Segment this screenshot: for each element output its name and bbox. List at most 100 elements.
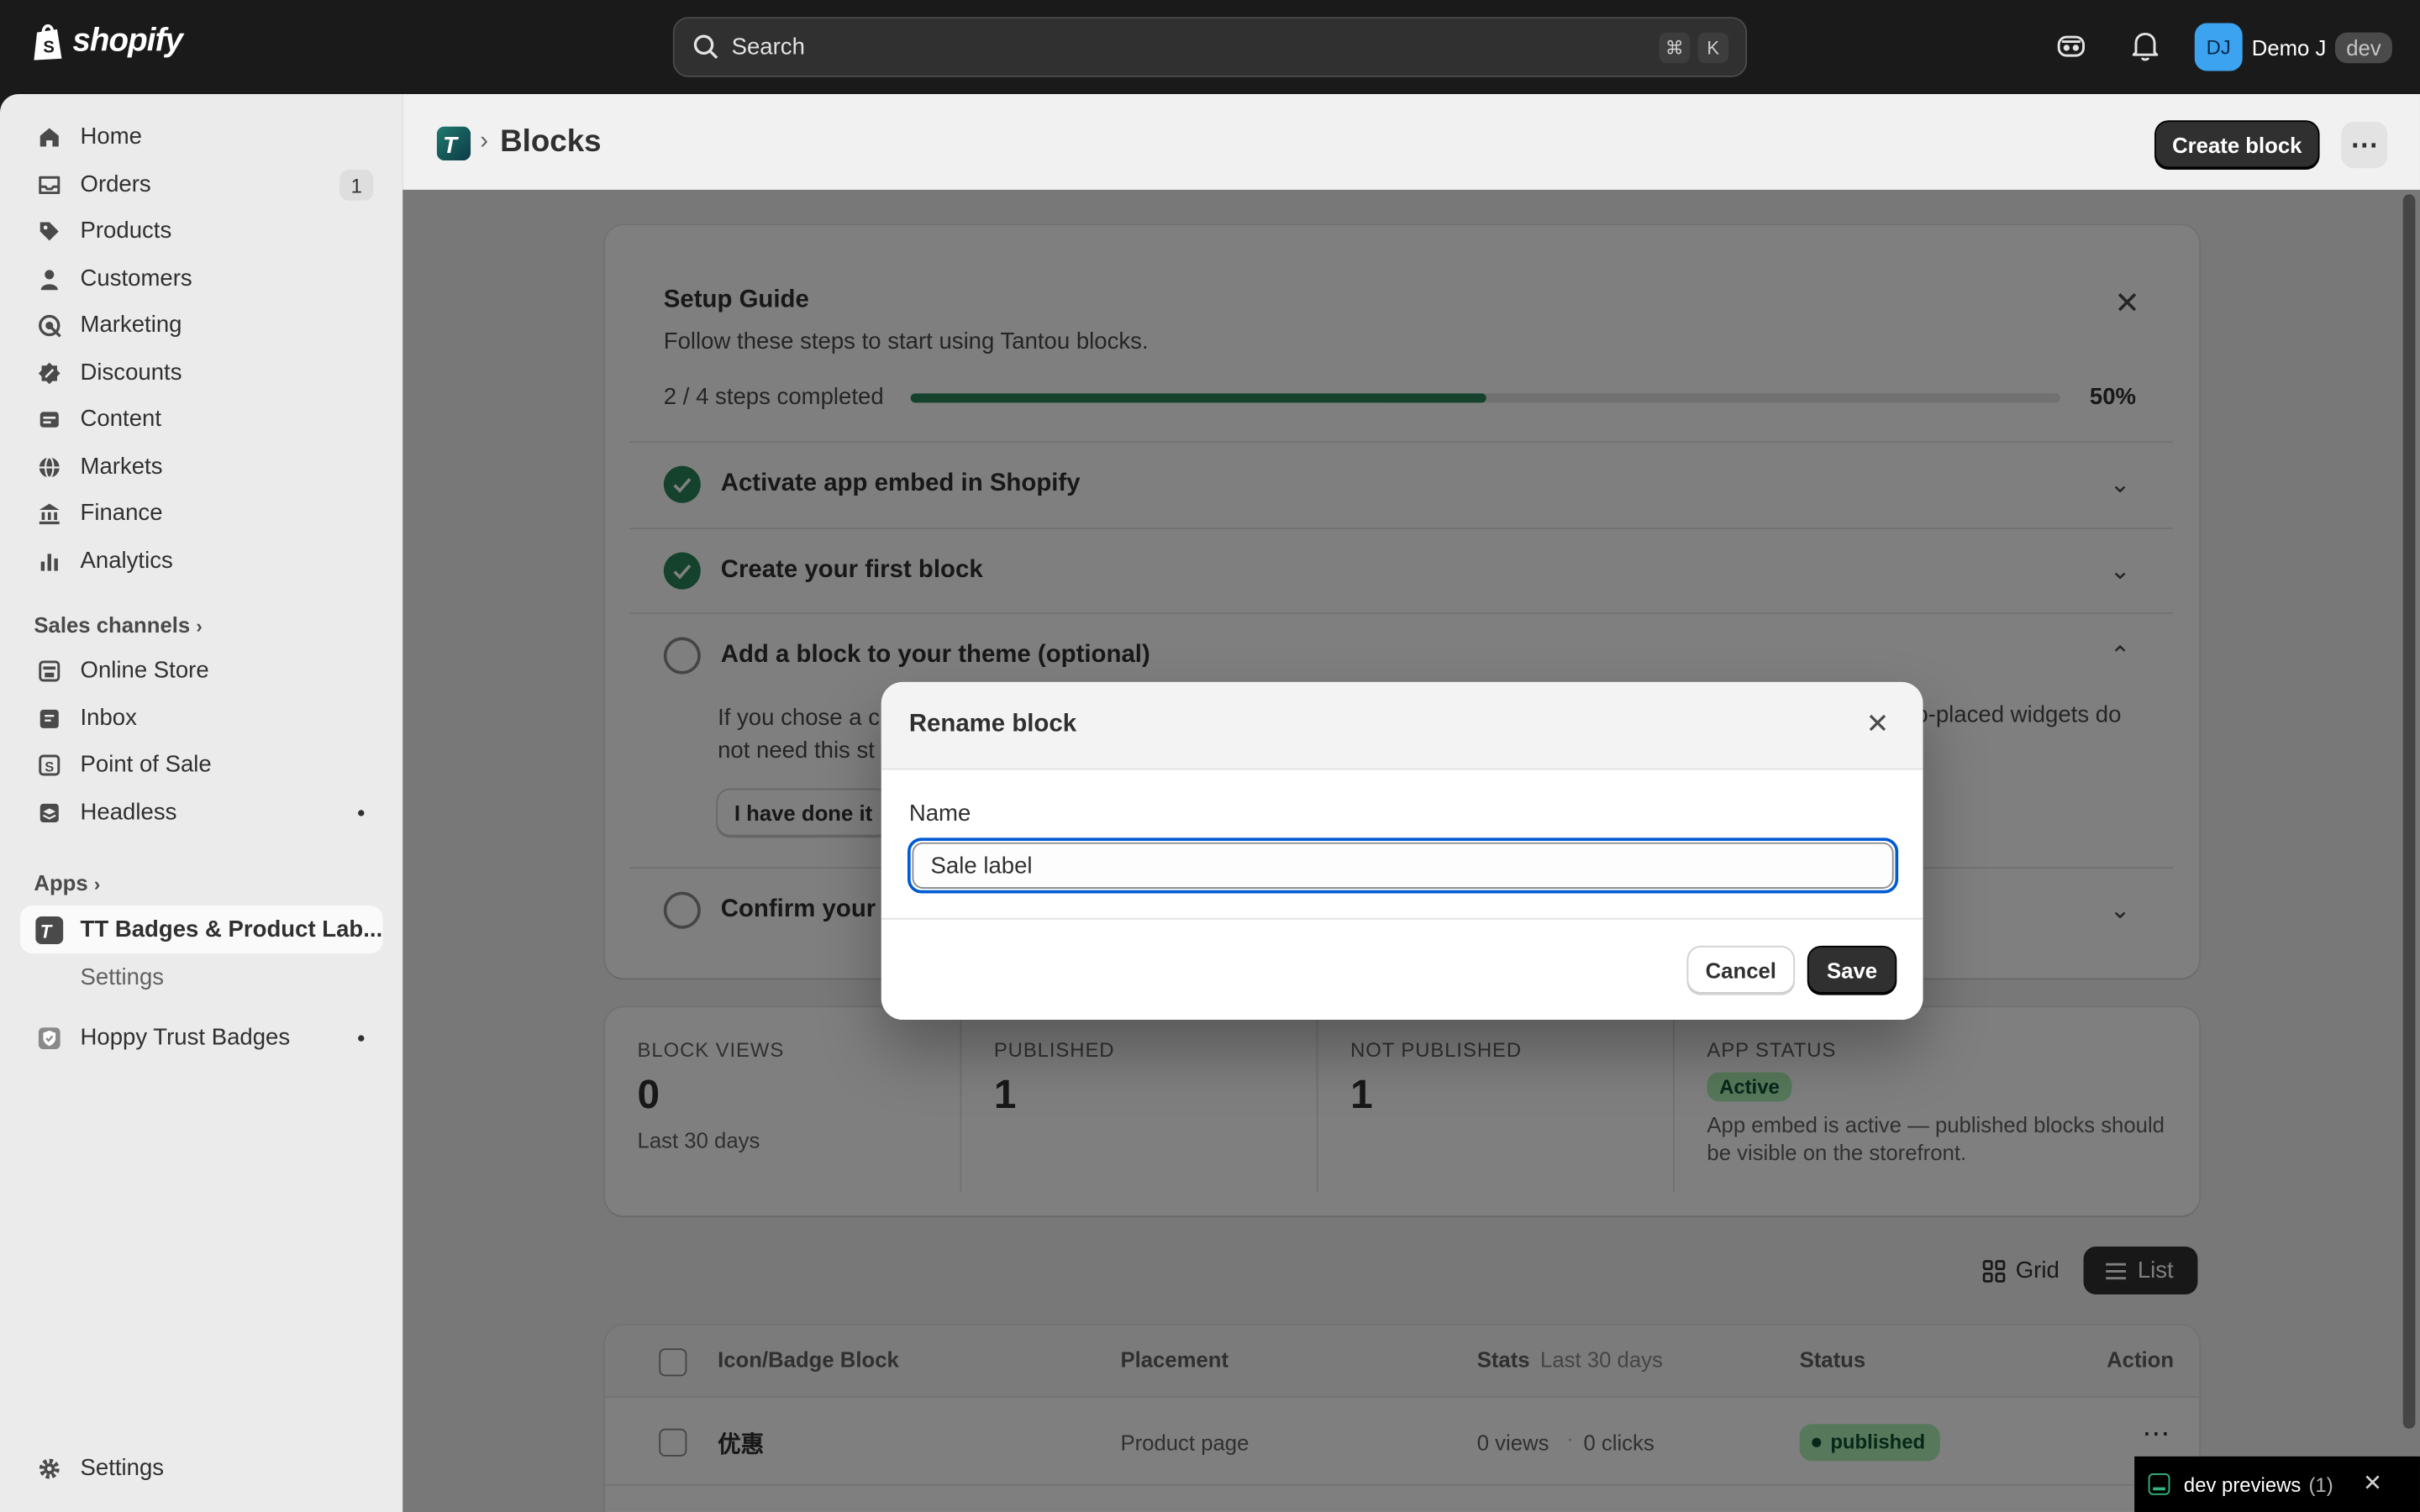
chevron-right-icon: › [196,615,203,638]
globe-icon [34,451,65,482]
svg-text:S: S [43,38,54,56]
pos-icon: S [34,749,65,780]
shopify-logo[interactable]: S shopify [31,22,183,62]
sales-channels-heading[interactable]: Sales channels › [34,612,202,637]
store-icon [34,655,65,686]
app-tt-icon: T [34,914,65,945]
more-actions-button[interactable]: ⋯ [2341,122,2388,169]
apps-heading[interactable]: Apps › [34,870,100,895]
sidebar-item-analytics[interactable]: Analytics [20,537,383,585]
sidebar-item-tt-badges[interactable]: T TT Badges & Product Lab... [19,906,383,954]
tag-icon [34,215,65,246]
user-name: Demo J [2251,34,2327,60]
sidebar-item-markets[interactable]: Markets [20,443,383,491]
sidebar-item-content[interactable]: Content [20,395,383,443]
svg-text:T: T [40,921,53,942]
logo-text: shopify [72,23,183,59]
sidebar-item-orders[interactable]: Orders 1 [20,160,383,208]
name-field-focus-ring [907,837,1899,894]
discount-icon [34,357,65,388]
dev-previews-label: dev previews [2183,1473,2302,1496]
sidebar-item-label: Analytics [80,548,173,575]
shield-check-icon [34,1022,65,1053]
app-tt-icon[interactable]: T [436,126,471,161]
sidebar-item-home[interactable]: Home [20,113,383,160]
gear-icon [34,1452,65,1483]
sidebar-item-discounts[interactable]: Discounts [20,349,383,396]
name-field-label: Name [908,801,971,827]
sidebar-item-app-settings[interactable]: Settings [20,953,383,1001]
shopify-bag-icon: S [34,24,62,60]
close-icon[interactable]: ✕ [2363,1469,2382,1496]
incognito-icon[interactable] [2054,29,2088,63]
sidebar-item-inbox[interactable]: Inbox [20,695,383,743]
save-button[interactable]: Save [1808,947,1896,994]
status-dot [358,1035,365,1042]
breadcrumb-chevron-icon: › [480,128,488,155]
name-input[interactable] [912,842,1894,889]
sidebar-item-label: TT Badges & Product Lab... [80,916,383,943]
rename-block-modal: Rename block ✕ Name Cancel Save [881,681,1923,1021]
sidebar-item-label: Content [80,406,162,433]
sidebar-item-label: Products [80,217,172,244]
store-tag: dev [2335,31,2392,63]
shortcut-k-key: K [1697,32,1729,64]
sidebar-item-marketing[interactable]: Marketing [20,301,383,349]
inbox-icon [34,169,65,200]
sidebar-item-label: Home [80,123,143,150]
close-icon[interactable]: ✕ [1866,708,1890,741]
svg-text:S: S [45,758,54,774]
modal-title: Rename block [908,711,1077,738]
sidebar-item-customers[interactable]: Customers [20,255,383,302]
sidebar-item-online-store[interactable]: Online Store [20,647,383,695]
search-icon [693,34,718,60]
page-header: T › Blocks Create block ⋯ [402,94,2420,190]
sidebar-item-finance[interactable]: Finance [20,489,383,537]
sidebar-item-label: Orders [80,171,151,198]
sales-channels-label: Sales channels [34,612,191,638]
sidebar-item-label: Headless [80,799,177,826]
dev-previews-count: (1) [2308,1473,2333,1496]
sidebar: Home Orders 1 Products Customers Marketi… [0,94,403,1512]
status-dot [358,810,365,816]
sidebar-item-label: Online Store [80,657,209,684]
chat-icon [34,703,65,734]
sidebar-item-label: Marketing [80,312,182,339]
sidebar-item-products[interactable]: Products [20,207,383,255]
search-bar[interactable]: Search ⌘ K [672,17,1748,77]
sidebar-item-label: Settings [80,963,165,991]
apps-label: Apps [34,869,88,895]
divider [881,917,1923,920]
create-block-button[interactable]: Create block [2155,122,2318,169]
sidebar-item-hoppy-trust-badges[interactable]: Hoppy Trust Badges [20,1014,383,1062]
dev-previews-bar[interactable]: dev previews (1) ✕ [2134,1456,2420,1512]
cancel-button[interactable]: Cancel [1688,947,1794,994]
page-title: Blocks [500,124,602,160]
target-icon [34,309,65,340]
modal-header: Rename block ✕ [881,681,1923,770]
preview-icon [2148,1473,2170,1495]
svg-text:T: T [443,132,459,158]
layers-icon [34,797,65,828]
orders-count-badge: 1 [339,170,374,201]
sidebar-item-label: Inbox [80,705,137,732]
sidebar-item-label: Discounts [80,359,182,386]
sidebar-item-label: Point of Sale [80,751,212,778]
sidebar-item-point-of-sale[interactable]: S Point of Sale [20,741,383,789]
sidebar-item-headless[interactable]: Headless [20,789,383,837]
avatar: DJ [2194,23,2243,71]
content-icon [34,403,65,434]
ellipsis-icon: ⋯ [2350,129,2379,160]
sidebar-item-label: Finance [80,500,163,527]
person-icon [34,263,65,294]
top-bar: S shopify Search ⌘ K DJ Demo J dev [0,0,2420,95]
shortcut-cmd-key: ⌘ [1659,32,1691,64]
sidebar-item-settings[interactable]: Settings [20,1444,383,1492]
bell-icon[interactable] [2128,29,2162,63]
bar-chart-icon [34,545,65,576]
sidebar-item-label: Hoppy Trust Badges [80,1024,291,1051]
user-menu[interactable]: DJ Demo J dev [2194,23,2392,71]
sidebar-item-label: Markets [80,453,163,480]
sidebar-item-label: Customers [80,265,192,292]
search-placeholder: Search [731,34,805,60]
